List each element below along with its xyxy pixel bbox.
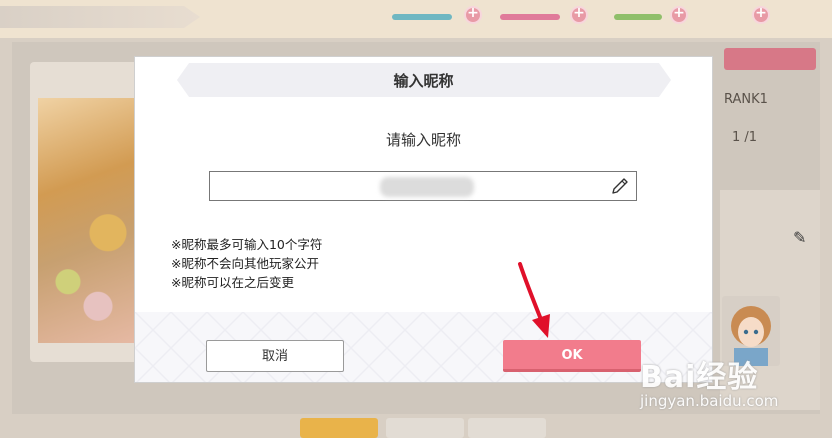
annotation-arrow-icon — [518, 262, 550, 338]
bottom-tab-3[interactable] — [468, 418, 546, 438]
top-right-button[interactable] — [724, 48, 816, 70]
nickname-field[interactable] — [209, 171, 637, 201]
bottom-tab-2[interactable] — [386, 418, 464, 438]
edit-pencil-icon[interactable]: ✎ — [793, 228, 806, 247]
top-status-bar — [0, 0, 832, 38]
watermark-logo: Bai经验 — [640, 360, 759, 395]
note-private: ※昵称不会向其他玩家公开 — [171, 256, 319, 271]
rank-label: RANK1 — [724, 92, 768, 107]
card-illustration — [38, 98, 138, 343]
exp-add-button[interactable] — [570, 5, 588, 24]
note-changeable: ※昵称可以在之后变更 — [171, 275, 294, 290]
exp-gauge — [500, 8, 566, 26]
dialog-title: 输入昵称 — [393, 72, 454, 90]
cancel-button[interactable]: 取消 — [206, 340, 344, 372]
nickname-notes: ※昵称最多可输入10个字符 ※昵称不会向其他玩家公开 ※昵称可以在之后变更 — [171, 235, 322, 292]
lp-add-button[interactable] — [464, 5, 482, 24]
lp-gauge — [392, 8, 462, 26]
page-indicator: 1 /1 — [732, 130, 758, 145]
pencil-icon[interactable] — [610, 176, 630, 196]
nickname-input[interactable] — [380, 177, 474, 197]
watermark-url: jingyan.baidu.com — [640, 392, 779, 410]
loveca-add-button[interactable] — [670, 5, 688, 24]
loveca-counter — [614, 8, 666, 26]
dialog-subtitle: 请输入昵称 — [385, 131, 461, 149]
top-banner — [0, 6, 200, 28]
ok-button[interactable]: OK — [503, 340, 641, 372]
coin-add-button[interactable] — [752, 5, 770, 24]
nickname-dialog: 输入昵称 请输入昵称 ※昵称最多可输入10个字符 ※昵称不会向其他玩家公开 ※昵… — [135, 57, 712, 382]
baidu-watermark: Bai经验 jingyan.baidu.com — [640, 352, 830, 422]
bottom-tab-1[interactable] — [300, 418, 378, 438]
note-max-length: ※昵称最多可输入10个字符 — [171, 237, 323, 252]
